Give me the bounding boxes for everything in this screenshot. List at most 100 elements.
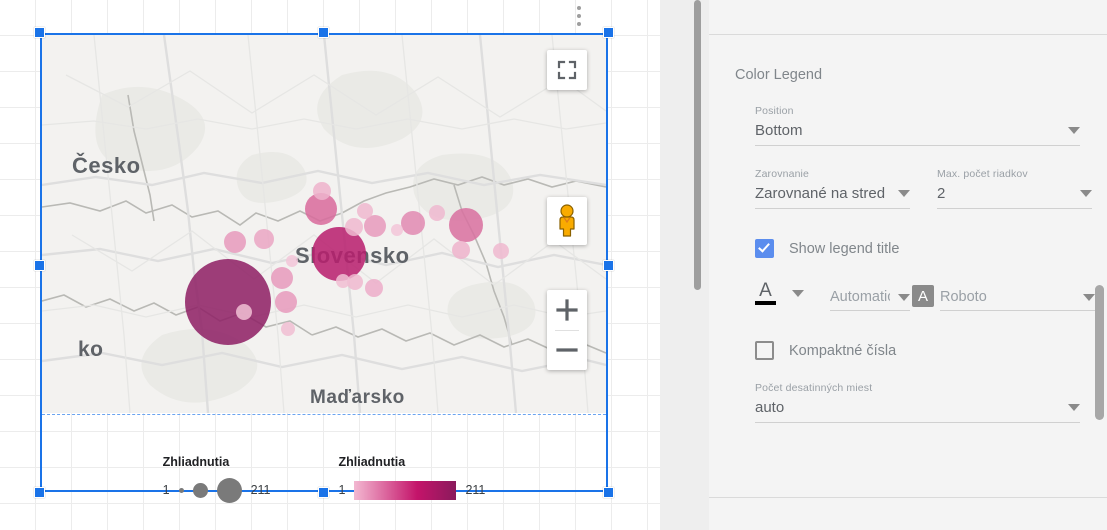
resize-handle-bottom-right[interactable]: [603, 487, 614, 498]
panel-scrollbar[interactable]: [694, 0, 703, 530]
map-bubble[interactable]: [452, 241, 470, 259]
google-map[interactable]: Česko Slovensko Maďarsko ko Google Údaje…: [42, 35, 606, 413]
map-bubble[interactable]: [429, 205, 445, 221]
map-zoom-controls[interactable]: [547, 290, 587, 370]
street-view-pegman-icon: [559, 204, 575, 237]
report-canvas[interactable]: Česko Slovensko Maďarsko ko Google Údaje…: [0, 0, 660, 530]
size-legend: Zhliadnutia 1 211: [163, 455, 271, 515]
size-legend-max: 211: [250, 483, 271, 497]
color-legend-title: Zhliadnutia: [338, 455, 406, 469]
map-bubble[interactable]: [281, 322, 295, 336]
map-bubble[interactable]: [345, 218, 363, 236]
font-color-icon: A: [755, 281, 776, 305]
alignment-select[interactable]: Zarovnané na stred: [755, 185, 910, 209]
chevron-down-icon: [898, 293, 910, 301]
map-pegman-button[interactable]: [547, 197, 587, 245]
map-bubble[interactable]: [313, 182, 331, 200]
decimals-field: Počet desatinných miest auto: [755, 382, 1107, 423]
app-root: Česko Slovensko Maďarsko ko Google Údaje…: [0, 0, 1107, 530]
color-legend-max: 211: [465, 483, 486, 497]
map-zoom-in-button[interactable]: [547, 291, 587, 330]
map-bubble[interactable]: [401, 211, 425, 235]
resize-handle-bottom-center[interactable]: [318, 487, 329, 498]
compact-numbers-label: Kompaktné čísla: [789, 342, 897, 359]
map-zoom-out-button[interactable]: [547, 331, 587, 370]
properties-panel: Color Legend Position Bottom Zarovnanie …: [709, 0, 1107, 530]
max-rows-value: 2: [937, 185, 946, 202]
map-bubble[interactable]: [236, 304, 252, 320]
alignment-row: Zarovnanie Zarovnané na stred Max. počet…: [755, 168, 1107, 209]
map-bubble[interactable]: [275, 291, 297, 313]
alignment-value: Zarovnané na stred: [755, 185, 886, 202]
map-label-cesko: Česko: [72, 153, 141, 178]
size-legend-dot-small: [178, 487, 184, 493]
map-bubble[interactable]: [185, 259, 271, 345]
color-legend-scale: 1 211: [338, 478, 486, 502]
chevron-down-icon: [792, 290, 804, 297]
resize-handle-middle-left[interactable]: [34, 260, 45, 271]
color-legend-min: 1: [338, 483, 346, 497]
chevron-down-icon: [1068, 127, 1080, 134]
panel-divider-bottom: [709, 497, 1107, 498]
map-bubble[interactable]: [271, 267, 293, 289]
size-legend-min: 1: [162, 483, 170, 497]
font-color-control[interactable]: A: [755, 281, 804, 311]
alignment-field: Zarovnanie Zarovnané na stred: [755, 168, 910, 209]
show-legend-title-row[interactable]: Show legend title: [755, 239, 1107, 258]
map-bubble[interactable]: [254, 229, 274, 249]
compact-numbers-row[interactable]: Kompaktné čísla: [755, 341, 1107, 360]
max-rows-field: Max. počet riadkov 2: [937, 168, 1092, 209]
font-family-select[interactable]: Roboto: [940, 289, 1095, 311]
map-bubble[interactable]: [391, 224, 403, 236]
panel-scrollbar-thumb[interactable]: [694, 0, 701, 290]
decimals-label: Počet desatinných miest: [755, 382, 873, 394]
map-label-ko: ko: [78, 338, 104, 361]
color-legend-section: Color Legend Position Bottom Zarovnanie …: [709, 35, 1107, 423]
position-label: Position: [755, 105, 794, 117]
color-legend-gradient: [354, 480, 457, 500]
panel-inner-scrollbar-thumb[interactable]: [1095, 285, 1104, 420]
font-size-value: Automaticl: [830, 289, 890, 305]
map-bubble[interactable]: [224, 231, 246, 253]
chevron-down-icon: [898, 190, 910, 197]
position-value: Bottom: [755, 122, 803, 139]
map-label-madarsko: Maďarsko: [310, 387, 405, 408]
position-select[interactable]: Bottom: [755, 122, 1080, 146]
max-rows-label: Max. počet riadkov: [937, 168, 1028, 180]
alignment-label: Zarovnanie: [755, 168, 810, 180]
map-bubble[interactable]: [365, 279, 383, 297]
max-rows-select[interactable]: 2: [937, 185, 1092, 209]
resize-handle-top-center[interactable]: [318, 27, 329, 38]
chevron-down-icon: [1080, 190, 1092, 197]
size-legend-scale: 1 211: [162, 477, 271, 503]
compact-numbers-checkbox[interactable]: [755, 341, 774, 360]
plus-icon: [556, 299, 578, 321]
font-style-badge-icon[interactable]: A: [912, 285, 934, 307]
font-family-value: Roboto: [940, 289, 987, 305]
font-size-select[interactable]: Automaticl: [830, 289, 910, 311]
map-bubble[interactable]: [336, 274, 350, 288]
decimals-select[interactable]: auto: [755, 399, 1080, 423]
map-bubble[interactable]: [449, 208, 483, 242]
map-bubble[interactable]: [357, 203, 373, 219]
fullscreen-icon: [557, 60, 577, 80]
decimals-value: auto: [755, 399, 785, 416]
resize-handle-middle-right[interactable]: [603, 260, 614, 271]
map-fullscreen-button[interactable]: [547, 50, 587, 90]
resize-handle-top-right[interactable]: [603, 27, 614, 38]
size-legend-title: Zhliadnutia: [162, 455, 230, 469]
minus-icon: [556, 348, 578, 352]
position-field: Position Bottom: [755, 105, 1107, 146]
resize-handle-top-left[interactable]: [34, 27, 45, 38]
color-legend: Zhliadnutia 1 211: [338, 455, 486, 515]
size-legend-dot-medium: [192, 482, 208, 498]
chart-selection-frame[interactable]: Česko Slovensko Maďarsko ko Google Údaje…: [34, 27, 614, 503]
map-bubble[interactable]: [493, 243, 509, 259]
font-controls-row: A Automaticl A Roboto: [755, 281, 1107, 311]
resize-handle-bottom-left[interactable]: [34, 487, 45, 498]
show-legend-title-label: Show legend title: [789, 240, 900, 257]
section-title: Color Legend: [735, 67, 823, 83]
map-bubble[interactable]: [286, 255, 298, 267]
show-legend-title-checkbox[interactable]: [755, 239, 774, 258]
chart-more-options-icon[interactable]: [572, 6, 586, 32]
